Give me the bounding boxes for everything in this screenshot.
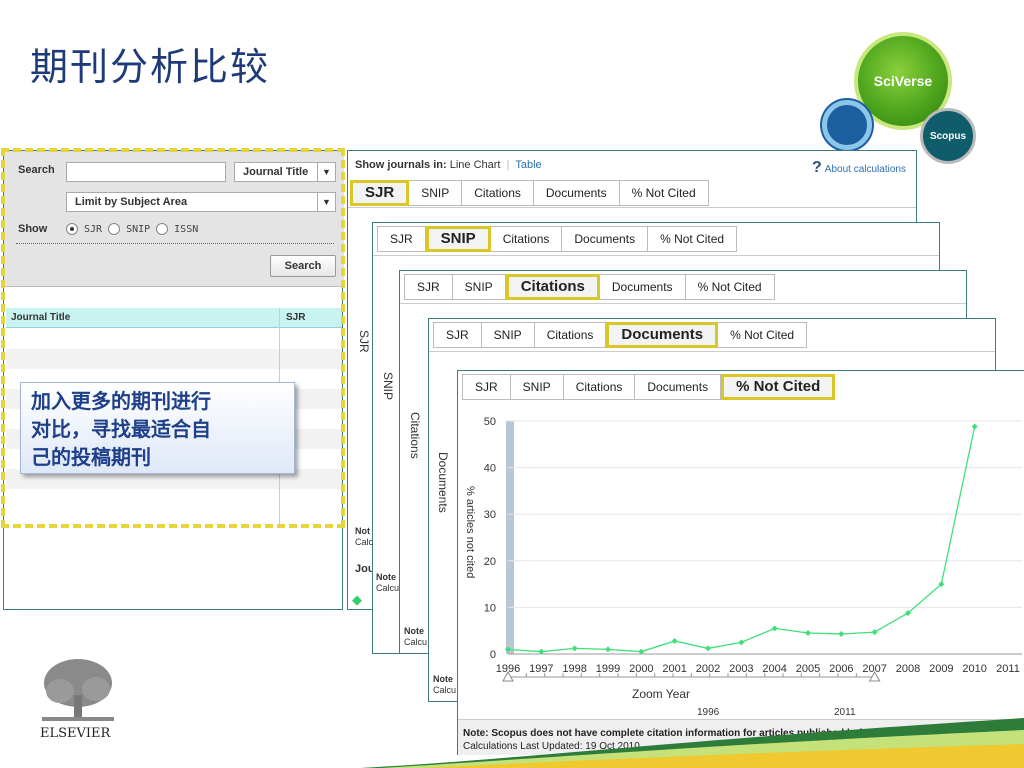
y-tick-label: 10 — [484, 602, 496, 614]
tab-snip[interactable]: SNIP — [481, 322, 535, 348]
data-point — [838, 630, 845, 637]
line-chart-option[interactable]: Line Chart — [450, 159, 501, 171]
tab-snip[interactable]: SNIP — [510, 374, 564, 400]
x-tick-label: 2003 — [729, 663, 753, 675]
tab-citations[interactable]: Citations — [534, 322, 607, 348]
show-in-label: Show journals in: — [355, 159, 447, 171]
callout-box: 加入更多的期刊进行 对比，寻找最适合自 己的投稿期刊 — [20, 382, 295, 474]
zoom-start-label: 1996 — [697, 707, 720, 718]
tab-not-cited[interactable]: % Not Cited — [619, 180, 709, 206]
tab-not-cited[interactable]: % Not Cited — [721, 374, 836, 400]
x-tick-label: 2001 — [662, 663, 686, 675]
scopus-logo-circle: Scopus — [920, 108, 976, 164]
x-tick-label: 1998 — [562, 663, 586, 675]
x-tick-label: 2002 — [696, 663, 720, 675]
view-toggle: Show journals in: Line Chart | Table — [355, 159, 542, 171]
tab-bar: SJR SNIP Citations Documents % Not Cited — [377, 226, 738, 252]
x-tick-label: 1997 — [529, 663, 553, 675]
panel-note: Note Calcu — [376, 572, 400, 593]
tab-citations[interactable]: Citations — [563, 374, 636, 400]
y-tick-label: 30 — [484, 509, 496, 521]
x-tick-label: 2000 — [629, 663, 653, 675]
tab-citations[interactable]: Citations — [490, 226, 563, 252]
table-link[interactable]: Table — [515, 159, 541, 171]
diamond-icon: ◆ — [352, 592, 362, 607]
decorative-wave — [360, 718, 1024, 768]
elsevier-wordmark: ELSEVIER — [40, 726, 111, 741]
data-point — [738, 639, 745, 646]
sciverse-logo: SciVerse Scopus — [820, 30, 980, 165]
slide-title: 期刊分析比较 — [30, 45, 271, 89]
tab-citations[interactable]: Citations — [505, 274, 600, 300]
callout-line: 对比，寻找最适合自 — [31, 417, 211, 441]
data-point — [671, 637, 678, 644]
tab-documents[interactable]: Documents — [635, 374, 722, 400]
not-cited-line-chart: 010203040501996 1997 1998 1999 2000 2001 2002 2… — [484, 416, 1022, 682]
tab-not-cited[interactable]: % Not Cited — [685, 274, 775, 300]
x-tick-label: 2011 — [996, 663, 1020, 675]
callout-line: 加入更多的期刊进行 — [31, 389, 211, 413]
data-point — [605, 646, 611, 653]
data-point — [871, 629, 878, 636]
tab-snip[interactable]: SNIP — [409, 180, 463, 206]
logo-blue-circle — [822, 100, 872, 150]
y-axis-label: Citations — [408, 412, 422, 459]
tab-sjr[interactable]: SJR — [350, 180, 410, 206]
tab-bar: SJR SNIP Citations Documents % Not Cited — [404, 274, 775, 300]
series-line — [507, 426, 976, 653]
data-point — [771, 625, 778, 632]
tab-sjr[interactable]: SJR — [462, 374, 511, 400]
y-tick-label: 20 — [484, 556, 496, 568]
callout-line: 己的投稿期刊 — [31, 445, 151, 469]
y-tick-label: 0 — [490, 649, 496, 661]
panel-note: Note Calcu — [404, 626, 428, 647]
y-axis-label: Documents — [436, 452, 450, 513]
tab-bar: SJR SNIP Citations Documents % Not Cited — [462, 374, 836, 400]
tab-sjr[interactable]: SJR — [404, 274, 453, 300]
tab-documents[interactable]: Documents — [606, 322, 719, 348]
y-tick-label: 40 — [484, 463, 496, 475]
x-tick-label: 2008 — [896, 663, 920, 675]
x-tick-label: 2009 — [929, 663, 953, 675]
data-point — [705, 645, 711, 652]
tab-documents[interactable]: Documents — [562, 226, 649, 252]
zoom-year-label: Zoom Year — [632, 687, 691, 701]
data-point — [971, 423, 978, 430]
help-icon: ? — [812, 159, 822, 176]
selection-bar — [506, 421, 514, 654]
tab-not-cited[interactable]: % Not Cited — [648, 226, 738, 252]
x-tick-label: 2006 — [829, 663, 853, 675]
tab-documents[interactable]: Documents — [533, 180, 620, 206]
tab-snip[interactable]: SNIP — [425, 226, 491, 252]
y-tick-label: 50 — [484, 416, 496, 428]
tab-bar: SJR SNIP Citations Documents % Not Cited — [350, 180, 709, 206]
panel-note: Not Calc — [355, 526, 374, 547]
zoom-end-label: 2011 — [834, 707, 856, 718]
data-point — [805, 630, 811, 637]
panel-note: Note Calcu — [433, 674, 457, 695]
tab-snip[interactable]: SNIP — [452, 274, 506, 300]
tab-sjr[interactable]: SJR — [377, 226, 426, 252]
x-tick-label: 2005 — [796, 663, 820, 675]
x-tick-label: 2010 — [962, 663, 986, 675]
tab-citations[interactable]: Citations — [462, 180, 534, 206]
tab-sjr[interactable]: SJR — [433, 322, 482, 348]
about-label: About calculations — [824, 164, 906, 175]
tab-documents[interactable]: Documents — [599, 274, 686, 300]
y-axis-label: SNIP — [381, 372, 395, 401]
tab-not-cited[interactable]: % Not Cited — [718, 322, 808, 348]
data-point — [571, 645, 578, 652]
y-axis-label: SJR — [357, 330, 371, 353]
tab-bar: SJR SNIP Citations Documents % Not Cited — [433, 322, 808, 348]
about-calculations-link[interactable]: ? About calculations — [812, 159, 906, 177]
